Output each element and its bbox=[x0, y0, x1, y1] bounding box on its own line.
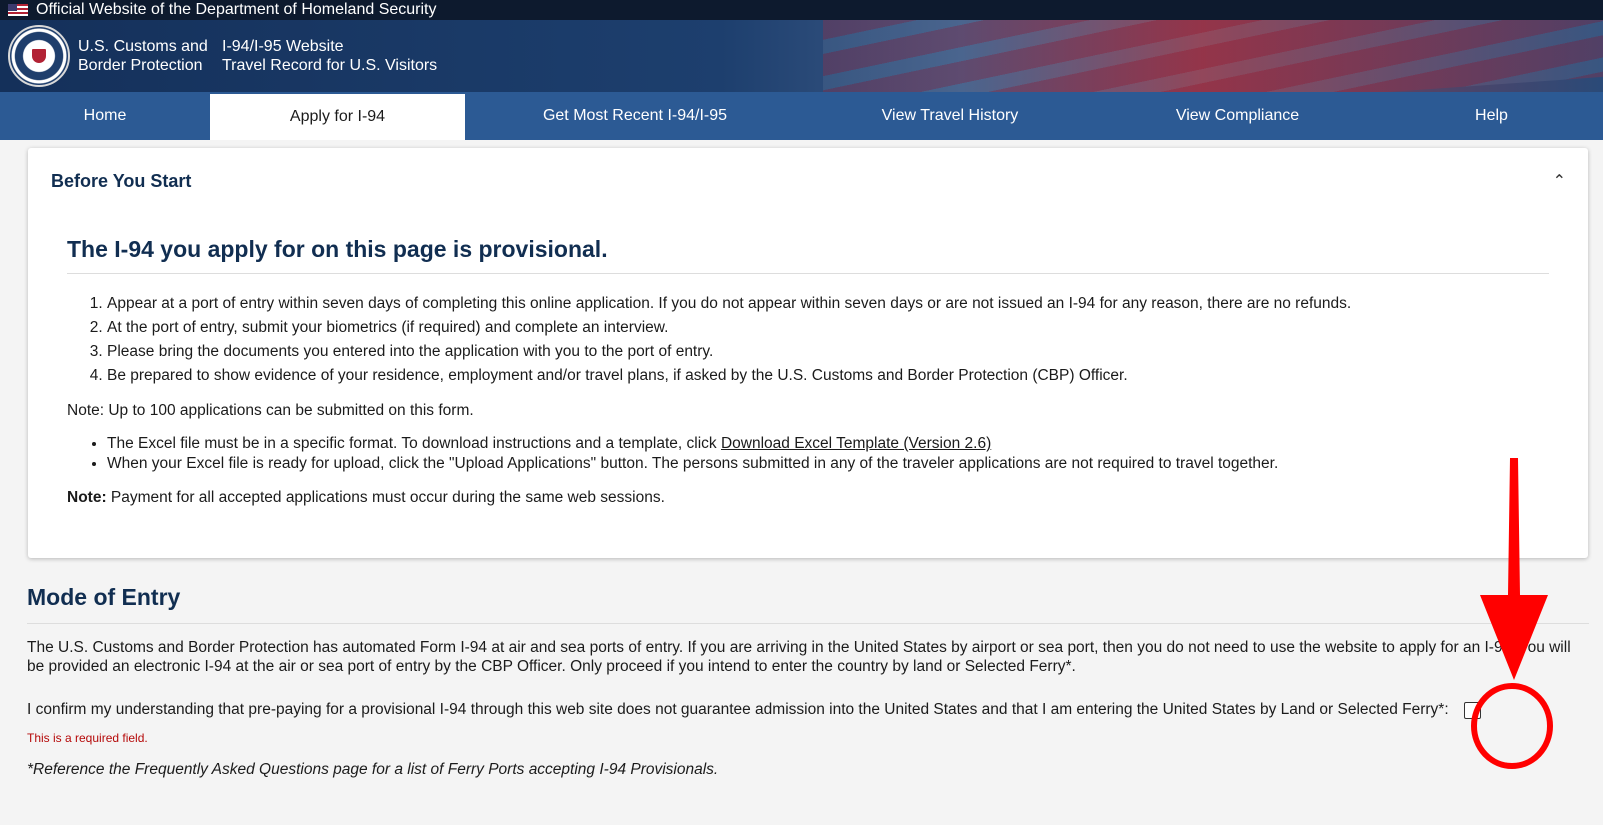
confirm-checkbox[interactable] bbox=[1463, 701, 1481, 719]
payment-note: Note: Payment for all accepted applicati… bbox=[67, 489, 665, 506]
us-flag-icon bbox=[8, 4, 28, 16]
chevron-up-icon[interactable]: ⌃ bbox=[1553, 171, 1566, 191]
nav-apply-i94[interactable]: Apply for I-94 bbox=[210, 92, 465, 140]
required-field-error: This is a required field. bbox=[27, 731, 148, 745]
nav-view-compliance[interactable]: View Compliance bbox=[1095, 92, 1380, 140]
mode-of-entry-section: Mode of Entry The U.S. Customs and Borde… bbox=[27, 584, 1589, 779]
step-item: Please bring the documents you entered i… bbox=[107, 340, 1549, 364]
confirm-label: I confirm my understanding that pre-payi… bbox=[27, 701, 1449, 718]
nav-help[interactable]: Help bbox=[1380, 92, 1603, 140]
official-banner: Official Website of the Department of Ho… bbox=[0, 0, 1603, 20]
step-item: Be prepared to show evidence of your res… bbox=[107, 364, 1549, 388]
step-item: Appear at a port of entry within seven d… bbox=[107, 292, 1549, 316]
nav-view-travel-history[interactable]: View Travel History bbox=[805, 92, 1095, 140]
panel-header[interactable]: Before You Start ⌃ bbox=[28, 148, 1588, 214]
steps-list: Appear at a port of entry within seven d… bbox=[107, 292, 1549, 388]
confirm-row: I confirm my understanding that pre-payi… bbox=[27, 701, 1589, 719]
site-header: U.S. Customs and Border Protection I-94/… bbox=[0, 20, 1603, 92]
upload-note: Note: Up to 100 applications can be subm… bbox=[67, 402, 474, 419]
main-nav: Home Apply for I-94 Get Most Recent I-94… bbox=[0, 92, 1603, 140]
bullet-item: When your Excel file is ready for upload… bbox=[107, 454, 1549, 474]
dhs-seal-icon[interactable] bbox=[8, 25, 70, 87]
nav-home[interactable]: Home bbox=[0, 92, 210, 140]
site-name[interactable]: I-94/I-95 Website Travel Record for U.S.… bbox=[222, 37, 437, 75]
download-excel-template-link[interactable]: Download Excel Template (Version 2.6) bbox=[721, 435, 991, 452]
official-banner-text: Official Website of the Department of Ho… bbox=[36, 1, 437, 18]
mode-of-entry-text: The U.S. Customs and Border Protection h… bbox=[27, 639, 1571, 675]
excel-bullets: The Excel file must be in a specific for… bbox=[107, 434, 1549, 474]
panel-title: Before You Start bbox=[51, 170, 192, 191]
provisional-heading: The I-94 you apply for on this page is p… bbox=[67, 214, 1549, 274]
bullet-item: The Excel file must be in a specific for… bbox=[107, 434, 1549, 454]
nav-get-most-recent[interactable]: Get Most Recent I-94/I-95 bbox=[465, 92, 805, 140]
agency-name[interactable]: U.S. Customs and Border Protection bbox=[78, 37, 214, 75]
mode-of-entry-title: Mode of Entry bbox=[27, 584, 1589, 624]
before-you-start-panel: Before You Start ⌃ The I-94 you apply fo… bbox=[28, 148, 1588, 558]
step-item: At the port of entry, submit your biomet… bbox=[107, 316, 1549, 340]
ferry-reference-note: *Reference the Frequently Asked Question… bbox=[27, 761, 719, 778]
